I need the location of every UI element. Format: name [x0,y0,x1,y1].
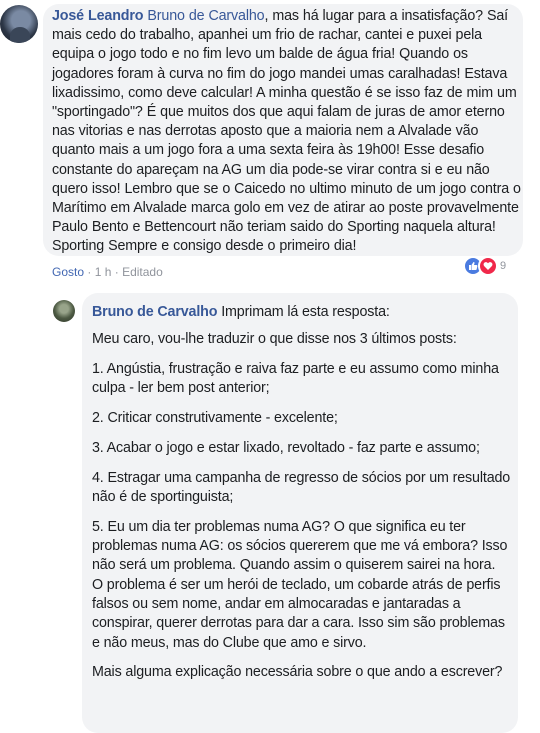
reaction-count: 9 [500,260,507,272]
reply-intro: Imprimam lá esta resposta: [221,304,390,320]
reply-paragraph: 2. Criticar construtivamente - excelente… [92,410,338,427]
reply-paragraph: O problema é ser um herói de teclado, um… [92,576,505,651]
comment-meta: Gosto · 1 h · Editado [52,265,163,279]
commenter-avatar[interactable] [0,5,38,43]
meta-separator-2: · [114,265,123,279]
reply-paragraph: Mais alguma explicação necessária sobre … [92,664,503,681]
comment-author-link[interactable]: José Leandro [52,8,144,24]
meta-separator: · [87,265,95,279]
reply-paragraph: 1. Angústia, frustração e raiva faz part… [92,361,499,397]
reply-body: Bruno de Carvalho Imprimam lá esta respo… [92,303,512,693]
reply-paragraph: 3. Acabar o jogo e estar lixado, revolta… [92,439,480,456]
love-reaction-icon [478,256,498,276]
reactions-summary[interactable]: 9 [463,256,506,276]
reply-paragraph: Meu caro, vou-lhe traduzir o que disse n… [92,331,457,348]
comment-text: , mas há lugar para a insatisfação? Saí … [52,8,521,255]
edited-label[interactable]: Editado [122,265,163,279]
comment-body: José Leandro Bruno de Carvalho, mas há l… [52,7,522,257]
reply-paragraph: 5. Eu um dia ter problemas numa AG? O qu… [92,518,508,574]
mention-link[interactable]: Bruno de Carvalho [147,8,264,24]
comment-time[interactable]: 1 h [95,265,112,279]
like-link[interactable]: Gosto [52,265,84,279]
reply-author-link[interactable]: Bruno de Carvalho [92,304,218,320]
reply-avatar[interactable] [53,300,75,322]
reply-paragraph: 4. Estragar uma campanha de regresso de … [92,469,511,506]
